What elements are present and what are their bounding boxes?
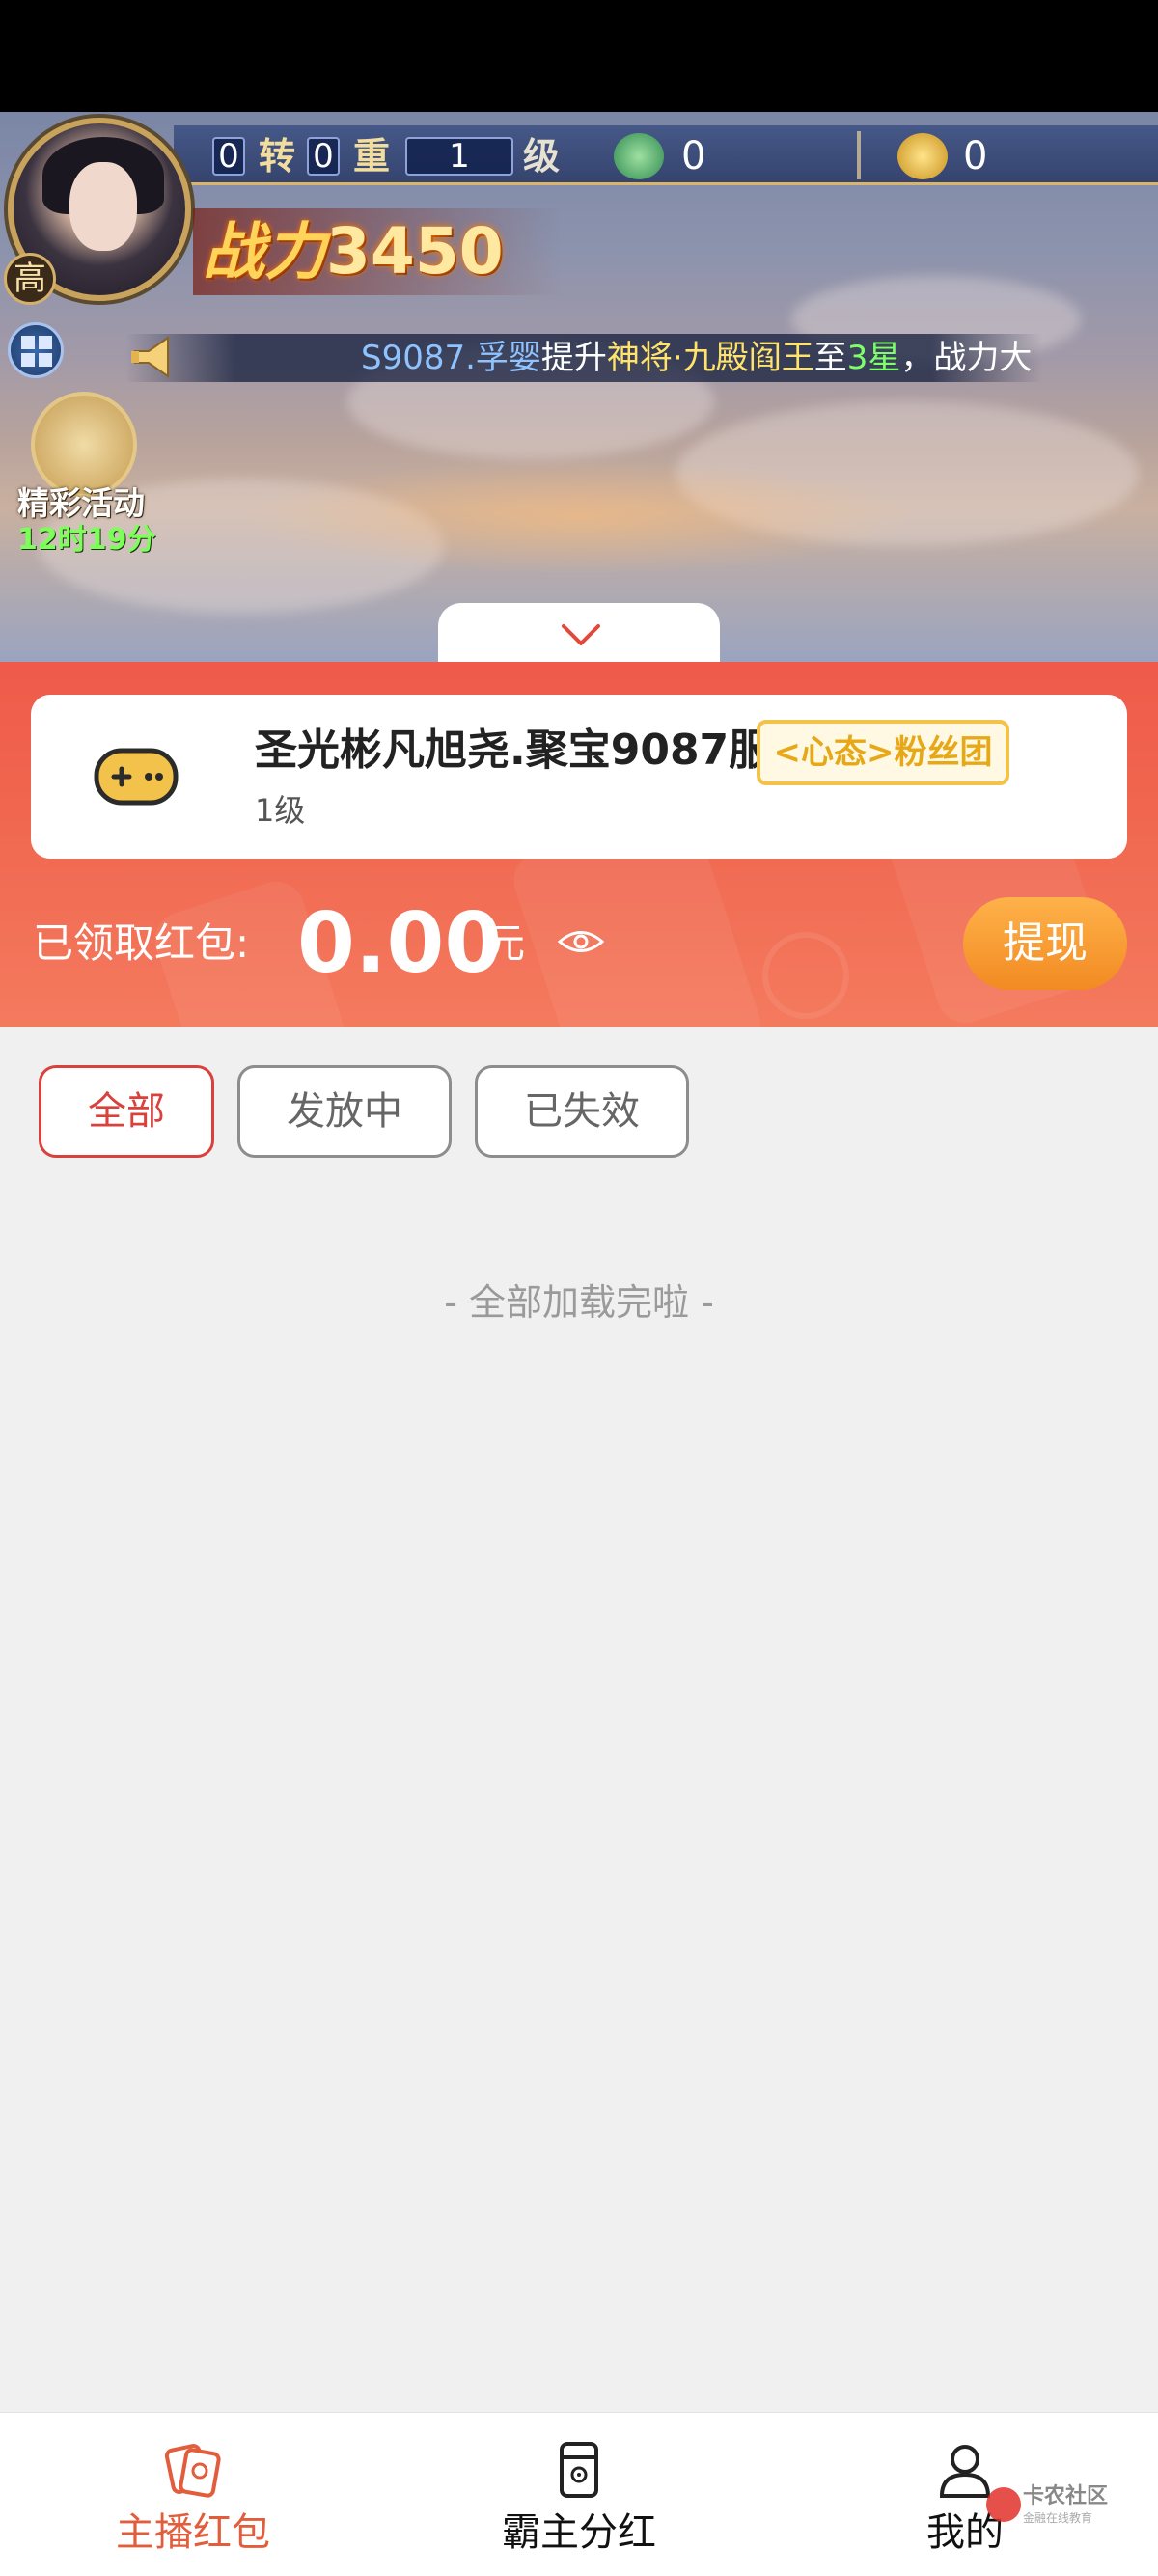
broadcast-verb: 提升: [540, 339, 607, 377]
activity-timer: 12时19分: [17, 523, 156, 557]
decor-coin: [762, 932, 849, 1019]
gamepad-icon: [94, 748, 179, 806]
fan-club-badge[interactable]: <心态>粉丝团: [757, 720, 1009, 785]
layer-count: 0: [307, 137, 340, 176]
watermark-subtitle: 金融在线教育: [1023, 2511, 1093, 2525]
rebirth-count: 0: [212, 137, 245, 176]
top-hud: 0 转 0 重 1 级 0 0: [174, 125, 1158, 185]
anchor-level: 1级: [255, 792, 306, 829]
rebirth-label: 转: [259, 135, 296, 178]
broadcast-to: 至: [813, 339, 847, 377]
eye-icon[interactable]: [558, 927, 604, 956]
nav-item-anchor-redpacket[interactable]: 主播红包: [48, 2413, 338, 2576]
level-value: 1: [405, 137, 513, 176]
broadcast-tail: ，战力大: [900, 339, 1033, 377]
nav-label: 主播红包: [116, 2510, 270, 2555]
status-bar: [0, 0, 1158, 112]
menu-grid-icon[interactable]: [8, 322, 64, 378]
withdraw-button[interactable]: 提现: [963, 897, 1127, 990]
anchor-card[interactable]: 圣光彬凡旭尧.聚宝9087服 <心态>粉丝团 1级: [31, 695, 1127, 859]
broadcast-ticker: S9087.孚婴提升神将·九殿阎王至3星，战力大: [125, 334, 1042, 382]
anchor-name: 圣光彬凡旭尧.聚宝9087服: [255, 726, 772, 775]
received-amount: 0.00: [297, 895, 503, 992]
hud-divider: [857, 131, 861, 179]
jade-count: 0: [681, 134, 706, 178]
broadcast-stars: 3星: [846, 339, 901, 377]
broadcast-player: S9087.孚婴: [361, 339, 541, 377]
nav-item-dividend[interactable]: 霸主分红: [434, 2413, 724, 2576]
filter-tab-expired[interactable]: 已失效: [475, 1065, 689, 1158]
bottom-nav: 主播红包 霸主分红 我的: [0, 2412, 1158, 2576]
gold-count: 0: [963, 134, 988, 178]
watermark-logo-icon: [986, 2487, 1021, 2522]
activity-label: 精彩活动: [17, 484, 145, 522]
received-unit: 元: [484, 919, 526, 967]
chevron-down-icon: [562, 624, 600, 645]
broadcast-text: S9087.孚婴提升神将·九殿阎王至3星，战力大: [361, 336, 1032, 380]
received-label: 已领取红包:: [33, 919, 250, 967]
gold-icon[interactable]: [897, 133, 948, 179]
avatar-face: [69, 162, 137, 251]
jade-icon[interactable]: [614, 133, 664, 179]
game-banner[interactable]: 0 转 0 重 1 级 0 0 高 战力3450 S9087.孚婴提升神将·九殿…: [0, 112, 1158, 662]
filter-tab-issuing[interactable]: 发放中: [237, 1065, 452, 1158]
red-packet-icon: [164, 2444, 221, 2498]
broadcast-target: 神将·九殿阎王: [606, 339, 814, 377]
app-root: { "colors": { "accent_red": "#d9413c", "…: [0, 0, 1158, 2576]
power-display: 战力3450: [193, 208, 562, 295]
power-value: 3450: [326, 214, 504, 288]
sunset-glow: [241, 459, 917, 575]
megaphone-icon: [131, 336, 169, 378]
collapse-banner-button[interactable]: [438, 603, 720, 665]
activity-icon: [31, 392, 137, 498]
level-label: 级: [523, 135, 561, 178]
watermark: 卡农社区 金融在线教育: [986, 2483, 1141, 2541]
layer-label: 重: [353, 135, 391, 178]
list-end-text: - 全部加载完啦 -: [444, 1281, 714, 1324]
power-label: 战力: [203, 216, 326, 288]
rank-badge: 高: [4, 253, 56, 305]
nav-label: 霸主分红: [502, 2510, 656, 2555]
dividend-icon: [560, 2442, 598, 2498]
filter-tab-all[interactable]: 全部: [39, 1065, 214, 1158]
activity-button[interactable]: 精彩活动 12时19分: [14, 392, 158, 557]
watermark-title: 卡农社区: [1023, 2484, 1109, 2508]
